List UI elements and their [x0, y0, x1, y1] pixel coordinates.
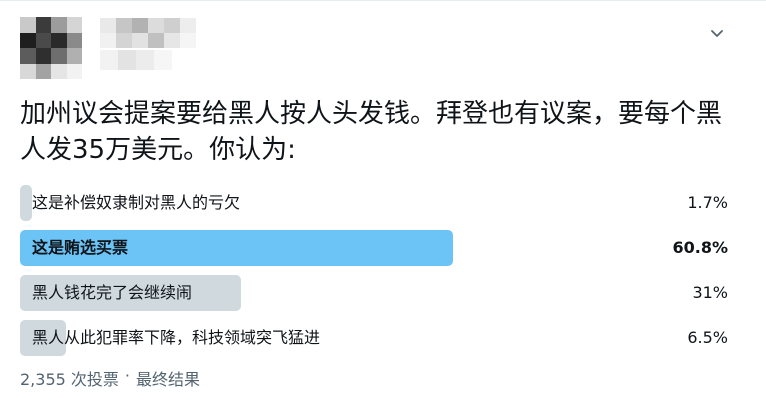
top-divider: [0, 0, 766, 1]
chevron-down-icon: [711, 30, 723, 37]
poll: 这是补偿奴隶制对黑人的亏欠 1.7% 这是贿选买票 60.8% 黑人钱花完了会继…: [20, 184, 732, 364]
poll-bar: [20, 185, 33, 221]
poll-option-label: 黑人从此犯罪率下降，科技领域突飞猛进: [32, 328, 321, 347]
poll-option-label: 这是补偿奴隶制对黑人的亏欠: [32, 193, 241, 212]
footer-separator: ·: [124, 366, 130, 385]
more-options-button[interactable]: [703, 20, 731, 48]
avatar[interactable]: [20, 17, 82, 79]
poll-option-percent: 60.8%: [672, 238, 728, 257]
poll-option-percent: 6.5%: [687, 328, 728, 347]
poll-option-percent: 31%: [692, 283, 728, 302]
poll-option-label: 这是贿选买票: [32, 238, 129, 257]
handle-redacted: [100, 50, 172, 70]
poll-option: 这是贿选买票 60.8%: [20, 229, 732, 267]
tweet-text: 加州议会提案要给黑人按人头发钱。拜登也有议案，要每个黑人发35万美元。你认为:: [20, 99, 723, 165]
poll-option-percent: 1.7%: [687, 193, 728, 212]
vote-count: 2,355 次投票: [20, 370, 119, 389]
poll-option: 这是补偿奴隶制对黑人的亏欠 1.7%: [20, 184, 732, 222]
poll-option: 黑人钱花完了会继续闹 31%: [20, 274, 732, 312]
poll-status: 最终结果: [136, 370, 201, 389]
poll-option-label: 黑人钱花完了会继续闹: [32, 283, 193, 302]
poll-option: 黑人从此犯罪率下降，科技领域突飞猛进 6.5%: [20, 319, 732, 357]
display-name-redacted: [100, 18, 196, 48]
poll-footer: 2,355 次投票 · 最终结果: [20, 366, 200, 390]
